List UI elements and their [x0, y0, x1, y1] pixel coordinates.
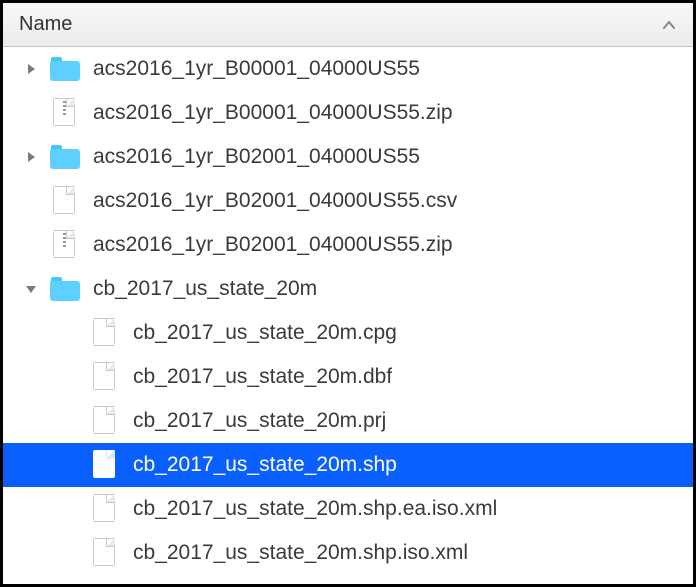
file-icon — [53, 98, 77, 128]
icon-slot — [47, 273, 83, 305]
file-row[interactable]: cb_2017_us_state_20m.cpg — [3, 311, 693, 355]
icon-slot — [87, 361, 123, 393]
file-icon — [93, 362, 117, 392]
file-row[interactable]: acs2016_1yr_B02001_04000US55.csv — [3, 179, 693, 223]
icon-slot — [47, 185, 83, 217]
file-row[interactable]: acs2016_1yr_B00001_04000US55.zip — [3, 91, 693, 135]
item-label: acs2016_1yr_B00001_04000US55.zip — [93, 101, 453, 125]
item-label: cb_2017_us_state_20m.cpg — [133, 321, 397, 345]
disclosure-triangle-closed-icon[interactable] — [21, 59, 41, 79]
folder-icon — [50, 57, 80, 81]
icon-slot — [87, 449, 123, 481]
icon-slot — [47, 53, 83, 85]
item-label: acs2016_1yr_B02001_04000US55 — [93, 145, 420, 169]
file-list[interactable]: acs2016_1yr_B00001_04000US55 acs2016_1yr_… — [3, 47, 693, 584]
item-label: acs2016_1yr_B02001_04000US55.zip — [93, 233, 453, 257]
file-icon — [93, 494, 117, 524]
item-label: cb_2017_us_state_20m — [93, 277, 317, 301]
item-label: acs2016_1yr_B02001_04000US55.csv — [93, 189, 457, 213]
file-row[interactable]: cb_2017_us_state_20m.shp.iso.xml — [3, 531, 693, 575]
icon-slot — [47, 97, 83, 129]
file-row[interactable]: acs2016_1yr_B02001_04000US55.zip — [3, 223, 693, 267]
icon-slot — [47, 229, 83, 261]
icon-slot — [47, 141, 83, 173]
file-row[interactable]: cb_2017_us_state_20m.shp — [3, 443, 693, 487]
file-row[interactable]: cb_2017_us_state_20m.dbf — [3, 355, 693, 399]
file-row[interactable]: cb_2017_us_state_20m.prj — [3, 399, 693, 443]
folder-icon — [50, 145, 80, 169]
item-label: cb_2017_us_state_20m.dbf — [133, 365, 392, 389]
column-header[interactable]: Name — [3, 3, 693, 47]
item-label: cb_2017_us_state_20m.shp — [133, 453, 397, 477]
column-header-name: Name — [19, 13, 72, 36]
folder-row[interactable]: cb_2017_us_state_20m — [3, 267, 693, 311]
file-icon — [93, 406, 117, 436]
item-label: cb_2017_us_state_20m.shp.ea.iso.xml — [133, 497, 497, 521]
item-label: acs2016_1yr_B00001_04000US55 — [93, 57, 420, 81]
file-icon — [53, 186, 77, 216]
disclosure-triangle-open-icon[interactable] — [21, 279, 41, 299]
disclosure-triangle-closed-icon[interactable] — [21, 147, 41, 167]
item-label: cb_2017_us_state_20m.shp.iso.xml — [133, 541, 468, 565]
file-browser-window: Name acs2016_1yr_B00001_04000US55acs2016… — [0, 0, 696, 587]
icon-slot — [87, 537, 123, 569]
file-icon — [93, 450, 117, 480]
file-row[interactable]: cb_2017_us_state_20m.shp.ea.iso.xml — [3, 487, 693, 531]
sort-chevron-up-icon[interactable] — [661, 17, 677, 33]
item-label: cb_2017_us_state_20m.prj — [133, 409, 386, 433]
icon-slot — [87, 317, 123, 349]
icon-slot — [87, 405, 123, 437]
folder-icon — [50, 277, 80, 301]
file-icon — [93, 538, 117, 568]
icon-slot — [87, 493, 123, 525]
file-icon — [53, 230, 77, 260]
folder-row[interactable]: acs2016_1yr_B02001_04000US55 — [3, 135, 693, 179]
folder-row[interactable]: acs2016_1yr_B00001_04000US55 — [3, 47, 693, 91]
file-icon — [93, 318, 117, 348]
